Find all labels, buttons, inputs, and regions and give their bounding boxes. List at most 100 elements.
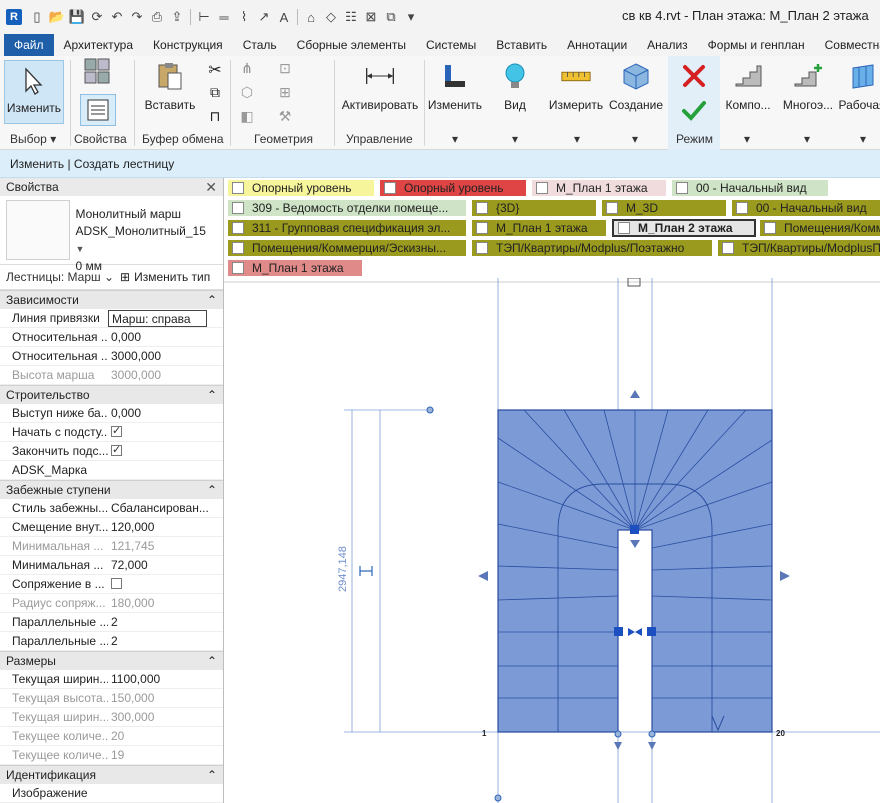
close-hidden-icon[interactable]: ⊠ xyxy=(362,8,380,26)
view-tab[interactable]: Помещения/Комм xyxy=(760,220,880,236)
prop-row[interactable]: Сопряжение в ... xyxy=(0,575,223,594)
prop-row[interactable]: Параллельные ... 2 xyxy=(0,632,223,651)
prop-row[interactable]: Начать с подсту... xyxy=(0,423,223,442)
measure-button[interactable]: Измерить xyxy=(546,60,606,124)
cope-icon[interactable]: ⋔ xyxy=(236,60,258,80)
view-tab[interactable]: М_План 1 этажа xyxy=(228,260,362,276)
tab-precast[interactable]: Сборные элементы xyxy=(287,34,416,56)
redo-icon[interactable]: ↷ xyxy=(128,8,146,26)
chevron-down-icon[interactable]: ▾ xyxy=(574,132,580,146)
prop-row[interactable]: Закончить подс... xyxy=(0,442,223,461)
tab-structure[interactable]: Конструкция xyxy=(143,34,233,56)
3d-view-icon[interactable]: ◇ xyxy=(322,8,340,26)
prop-row[interactable]: Выступ ниже ба... 0,000 xyxy=(0,404,223,423)
export-icon[interactable]: ⇪ xyxy=(168,8,186,26)
cut-icon[interactable]: ✂ xyxy=(204,60,226,80)
chevron-down-icon[interactable]: ▾ xyxy=(632,132,638,146)
chevron-down-icon[interactable]: ▾ xyxy=(452,132,458,146)
type-selector[interactable]: Монолитный марш ADSK_Монолитный_15 ▼ 0 м… xyxy=(0,196,223,273)
text-icon[interactable]: A xyxy=(275,8,293,26)
switch-windows-icon[interactable]: ⧉ xyxy=(382,8,400,26)
tab-collaborate[interactable]: Совместная xyxy=(815,34,880,56)
group-identity[interactable]: Идентификация ⌃ xyxy=(0,765,223,784)
component-button[interactable]: Компо... xyxy=(724,60,772,124)
tab-insert[interactable]: Вставить xyxy=(486,34,557,56)
properties-toggle-button[interactable] xyxy=(80,94,116,126)
group-dimensions[interactable]: Размеры ⌃ xyxy=(0,651,223,670)
prop-row[interactable]: Относительная ... 0,000 xyxy=(0,328,223,347)
view-tab[interactable]: Опорный уровень xyxy=(228,180,374,196)
sections-icon[interactable]: ☷ xyxy=(342,8,360,26)
demolish-icon[interactable]: ⚒ xyxy=(274,108,296,128)
tab-analyze[interactable]: Анализ xyxy=(637,34,698,56)
thin-lines-icon[interactable]: ═ xyxy=(215,8,233,26)
panel-select-label[interactable]: Выбор ▾ xyxy=(10,132,56,146)
view-tab[interactable]: Опорный уровень xyxy=(380,180,526,196)
view-tab[interactable]: М_План 1 этажа xyxy=(472,220,606,236)
wall-joins-icon[interactable]: ⊞ xyxy=(274,84,296,104)
group-winders[interactable]: Забежные ступени ⌃ xyxy=(0,480,223,499)
prop-row[interactable]: ADSK_Марка xyxy=(0,461,223,480)
view-tab[interactable]: ТЭП/Квартиры/Modplus/Поэтажно xyxy=(472,240,712,256)
tab-architecture[interactable]: Архитектура xyxy=(54,34,144,56)
finish-edit-button[interactable] xyxy=(676,94,712,126)
modify2-button[interactable]: Изменить xyxy=(426,60,484,124)
multistory-button[interactable]: Многоэ... xyxy=(780,60,836,124)
sync-icon[interactable]: ⟳ xyxy=(88,8,106,26)
prop-row[interactable]: Минимальная ... 72,000 xyxy=(0,556,223,575)
location-line-field[interactable]: Марш: справа xyxy=(108,309,207,327)
home-icon[interactable]: ⌂ xyxy=(302,8,320,26)
view-tab-active[interactable]: М_План 2 этажа xyxy=(612,219,756,237)
workplane-button[interactable]: Рабочая xyxy=(839,60,880,124)
tab-file[interactable]: Файл xyxy=(4,34,54,56)
end-with-riser-checkbox[interactable] xyxy=(111,444,122,456)
view-tab[interactable]: 00 - Начальный вид xyxy=(732,200,880,216)
revit-logo[interactable]: R xyxy=(6,9,22,25)
prop-row[interactable]: Параллельные ... 2 xyxy=(0,613,223,632)
chevron-down-icon[interactable]: ▾ xyxy=(860,132,866,146)
prop-row[interactable]: Текущая ширин... 1100,000 xyxy=(0,670,223,689)
customize-qat-icon[interactable]: ▾ xyxy=(402,8,420,26)
tab-annotate[interactable]: Аннотации xyxy=(557,34,637,56)
drawing-canvas[interactable]: Опорный уровень Опорный уровень М_План 1… xyxy=(224,178,880,803)
view-tab[interactable]: {3D} xyxy=(472,200,596,216)
view-tab[interactable]: ТЭП/Квартиры/ModplusП xyxy=(718,240,880,256)
prop-row[interactable]: Стиль забежны... Сбалансирован... xyxy=(0,499,223,518)
prop-row[interactable]: Относительная ... 3000,000 xyxy=(0,347,223,366)
new-icon[interactable]: ▯ xyxy=(28,8,46,26)
instance-filter-dropdown[interactable]: Лестницы: Марш ⌄ xyxy=(6,270,114,284)
chevron-down-icon[interactable]: ▾ xyxy=(804,132,810,146)
chevron-down-icon[interactable]: ▾ xyxy=(744,132,750,146)
view-tab[interactable]: 00 - Начальный вид xyxy=(672,180,828,196)
view-tab[interactable]: М_План 1 этажа xyxy=(532,180,666,196)
join-icon[interactable]: ⬡ xyxy=(236,84,258,104)
close-icon[interactable]: ✕ xyxy=(205,179,217,196)
copy-icon[interactable]: ⧉ xyxy=(204,84,226,104)
create-button[interactable]: Создание xyxy=(608,60,664,124)
chevron-down-icon[interactable]: ▾ xyxy=(512,132,518,146)
view-tab[interactable]: 309 - Ведомость отделки помеще... xyxy=(228,200,466,216)
tab-steel[interactable]: Сталь xyxy=(233,34,287,56)
begin-with-riser-checkbox[interactable] xyxy=(111,425,122,437)
prop-row[interactable]: Изображение xyxy=(0,784,223,803)
modify-button[interactable]: Изменить xyxy=(4,60,64,124)
view-tab[interactable]: Помещения/Коммерция/Эскизны... xyxy=(228,240,466,256)
group-constraints[interactable]: Зависимости ⌃ xyxy=(0,290,223,309)
align-icon[interactable]: ⊢ xyxy=(195,8,213,26)
edit-type-button[interactable]: ⊞ Изменить тип xyxy=(120,270,210,284)
dimension-icon[interactable]: ↗ xyxy=(255,8,273,26)
tag-icon[interactable]: ⌇ xyxy=(235,8,253,26)
fillet-checkbox[interactable] xyxy=(111,578,122,589)
prop-row[interactable]: Смещение внут... 120,000 xyxy=(0,518,223,537)
match-properties-icon[interactable]: ⊓ xyxy=(204,108,226,128)
cut-geometry-icon[interactable]: ⊡ xyxy=(274,60,296,80)
stair-drawing[interactable]: 2947,148 1 20 xyxy=(224,278,880,803)
tab-systems[interactable]: Системы xyxy=(416,34,486,56)
view-tab[interactable]: 311 - Групповая спецификация эл... xyxy=(228,220,466,236)
paste-button[interactable]: Вставить xyxy=(140,60,200,124)
prop-row[interactable]: Линия привязки Марш: справа xyxy=(0,309,223,328)
tab-massing[interactable]: Формы и генплан xyxy=(698,34,815,56)
open-icon[interactable]: 📂 xyxy=(48,8,66,26)
save-icon[interactable]: 💾 xyxy=(68,8,86,26)
undo-icon[interactable]: ↶ xyxy=(108,8,126,26)
